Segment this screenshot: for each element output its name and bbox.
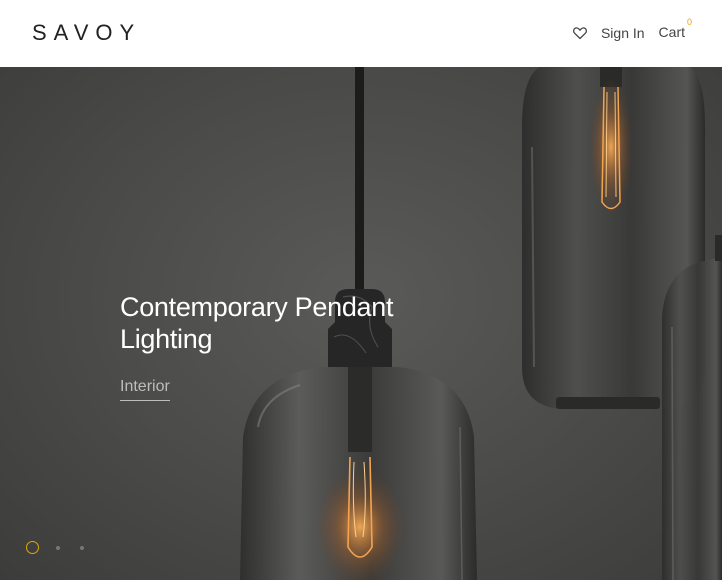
slide-indicator[interactable] (80, 545, 84, 550)
hero-category-link[interactable]: Interior (120, 378, 170, 401)
cart-count-badge: 0 (686, 17, 692, 27)
cart-link[interactable]: Cart 0 (659, 17, 692, 42)
slide-indicator-active[interactable] (26, 541, 39, 554)
hero-title: Contemporary Pendant Lighting (120, 292, 394, 354)
site-header: SAVOY Sign In Cart 0 (0, 0, 722, 67)
slider-pagination (26, 541, 84, 554)
header-nav: Sign In Cart 0 (572, 17, 692, 42)
slide-indicator[interactable] (56, 545, 60, 550)
site-logo[interactable]: SAVOY (32, 20, 141, 46)
cart-label[interactable]: Cart (659, 24, 685, 40)
hero-slider: Contemporary Pendant Lighting Interior (0, 67, 722, 580)
heart-icon[interactable] (572, 25, 588, 41)
sign-in-link[interactable]: Sign In (601, 25, 645, 41)
